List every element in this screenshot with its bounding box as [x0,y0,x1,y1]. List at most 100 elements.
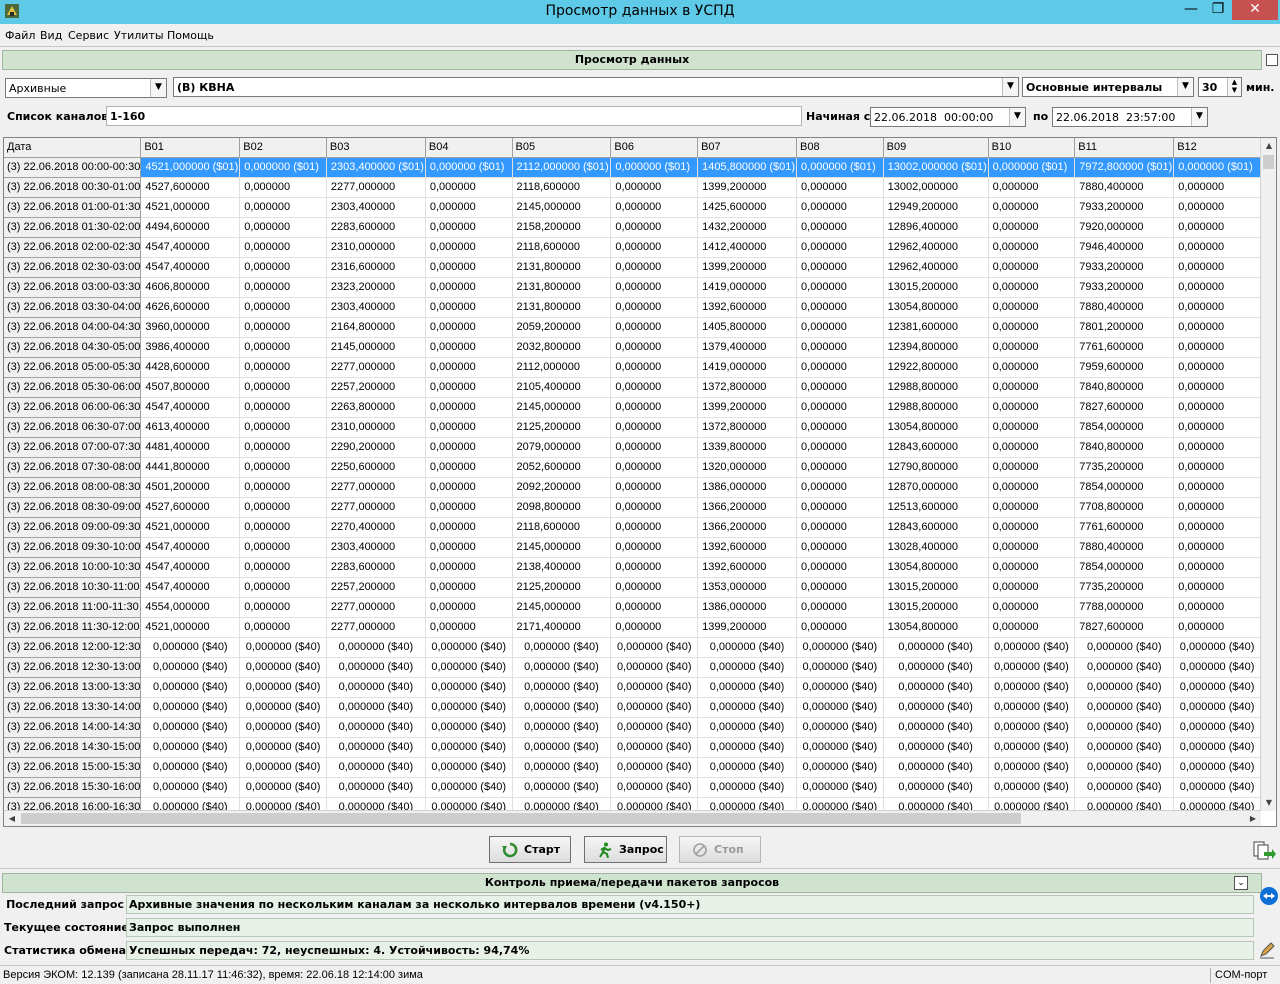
table-cell[interactable]: 12922,800000 [883,357,989,378]
table-cell[interactable]: 0,000000 [1173,377,1261,398]
table-cell[interactable]: 1399,200000 [697,397,798,418]
table-cell[interactable]: 2125,200000 [512,577,612,598]
table-cell[interactable]: 0,000000 [1173,617,1261,638]
table-cell[interactable]: 1386,000000 [697,477,798,498]
table-cell[interactable]: 0,000000 [610,437,699,458]
table-row[interactable]: (3) 22.06.2018 12:30-13:00 0,000000 ($40)… [4,657,1261,678]
table-row[interactable]: (3) 22.06.2018 00:00-00:30 4521,000000 ($… [4,157,1261,178]
table-cell[interactable]: 2290,200000 [326,437,426,458]
table-cell[interactable]: 0,000000 ($40) [239,677,327,698]
table-cell[interactable]: 0,000000 [796,397,884,418]
table-cell[interactable]: 0,000000 ($40) [883,777,989,798]
table-cell[interactable]: 1392,600000 [697,537,798,558]
table-cell[interactable]: 2131,800000 [512,257,612,278]
table-cell[interactable]: 0,000000 [425,577,513,598]
table-cell[interactable]: 0,000000 ($40) [988,717,1076,738]
table-cell[interactable]: 0,000000 [988,397,1076,418]
table-cell[interactable]: 1419,000000 [697,357,798,378]
table-row[interactable]: (3) 22.06.2018 07:30-08:00 4441,800000 0,0… [4,457,1261,478]
table-cell[interactable]: 0,000000 ($40) [140,717,241,738]
table-cell[interactable]: 0,000000 [239,197,327,218]
table-cell[interactable]: 0,000000 [610,377,699,398]
table-cell[interactable]: 0,000000 [988,497,1076,518]
table-row[interactable]: (3) 22.06.2018 02:30-03:00 4547,400000 0,0… [4,257,1261,278]
table-cell[interactable]: 4547,400000 [140,257,241,278]
table-cell[interactable]: 2125,200000 [512,417,612,438]
table-cell[interactable]: 1405,800000 ($01) [697,157,798,178]
export-icon[interactable] [1252,839,1276,863]
table-cell[interactable]: 0,000000 ($40) [883,637,989,658]
table-cell[interactable]: 2263,800000 [326,397,426,418]
table-cell[interactable]: 0,000000 [796,477,884,498]
table-cell[interactable]: 0,000000 [610,517,699,538]
minimize-button[interactable]: — [1178,0,1204,20]
table-cell[interactable]: 3960,000000 [140,317,241,338]
row-date-cell[interactable]: (3) 22.06.2018 11:00-11:30 [4,597,142,618]
table-cell[interactable]: 0,000000 [796,577,884,598]
table-cell[interactable]: 0,000000 [425,217,513,238]
table-cell[interactable]: 13054,800000 [883,557,989,578]
table-cell[interactable]: 2032,800000 [512,337,612,358]
table-cell[interactable]: 0,000000 [610,477,699,498]
table-cell[interactable]: 0,000000 ($40) [697,637,798,658]
table-cell[interactable]: 0,000000 [425,277,513,298]
table-cell[interactable]: 0,000000 [1173,417,1261,438]
table-cell[interactable]: 7933,200000 [1074,257,1175,278]
table-cell[interactable]: 0,000000 ($40) [239,777,327,798]
table-cell[interactable]: 2059,200000 [512,317,612,338]
table-cell[interactable]: 0,000000 ($40) [610,697,699,718]
table-cell[interactable]: 4521,000000 ($01) [140,157,241,178]
row-date-cell[interactable]: (3) 22.06.2018 00:30-01:00 [4,177,142,198]
table-cell[interactable]: 0,000000 ($40) [1074,737,1175,758]
table-cell[interactable]: 2277,000000 [326,357,426,378]
table-cell[interactable]: 0,000000 [425,497,513,518]
table-cell[interactable]: 7840,800000 [1074,437,1175,458]
column-header-в07[interactable]: В07 [697,138,798,158]
table-cell[interactable]: 12513,600000 [883,497,989,518]
table-cell[interactable]: 7788,000000 [1074,597,1175,618]
table-cell[interactable]: 0,000000 ($40) [697,657,798,678]
table-cell[interactable]: 0,000000 [239,457,327,478]
table-cell[interactable]: 0,000000 ($01) [425,157,513,178]
table-cell[interactable]: 0,000000 ($40) [988,697,1076,718]
table-cell[interactable]: 0,000000 [988,517,1076,538]
table-cell[interactable]: 0,000000 ($01) [610,157,699,178]
row-date-cell[interactable]: (3) 22.06.2018 05:00-05:30 [4,357,142,378]
table-cell[interactable]: 0,000000 ($40) [610,677,699,698]
table-cell[interactable]: 0,000000 [239,217,327,238]
panel-collapse-icon[interactable] [1266,54,1278,66]
stop-button[interactable]: Стоп [679,836,761,863]
close-button[interactable]: ✕ [1232,0,1278,20]
table-cell[interactable]: 0,000000 ($40) [988,657,1076,678]
table-cell[interactable]: 0,000000 ($40) [512,757,612,778]
table-cell[interactable]: 0,000000 [1173,337,1261,358]
table-cell[interactable]: 0,000000 ($40) [697,777,798,798]
menu-help[interactable]: Помощь [167,29,214,42]
table-cell[interactable]: 2079,000000 [512,437,612,458]
table-cell[interactable]: 0,000000 ($40) [1173,677,1261,698]
table-cell[interactable]: 0,000000 [988,197,1076,218]
row-date-cell[interactable]: (3) 22.06.2018 15:30-16:00 [4,777,142,798]
table-cell[interactable]: 0,000000 [1173,257,1261,278]
table-cell[interactable]: 12381,600000 [883,317,989,338]
table-cell[interactable]: 0,000000 [239,417,327,438]
table-cell[interactable]: 0,000000 ($40) [1173,717,1261,738]
table-cell[interactable]: 0,000000 [988,237,1076,258]
table-cell[interactable]: 4613,400000 [140,417,241,438]
table-cell[interactable]: 0,000000 [988,177,1076,198]
table-cell[interactable]: 2118,600000 [512,177,612,198]
column-header-в09[interactable]: В09 [883,138,989,158]
table-cell[interactable]: 7761,600000 [1074,517,1175,538]
table-cell[interactable]: 0,000000 ($40) [140,637,241,658]
table-cell[interactable]: 0,000000 ($40) [1074,697,1175,718]
table-cell[interactable]: 0,000000 ($40) [512,797,612,811]
table-cell[interactable]: 0,000000 ($01) [1173,157,1261,178]
row-date-cell[interactable]: (3) 22.06.2018 15:00-15:30 [4,757,142,778]
table-cell[interactable]: 0,000000 [1173,517,1261,538]
table-cell[interactable]: 0,000000 ($40) [796,717,884,738]
table-cell[interactable]: 13015,200000 [883,577,989,598]
table-cell[interactable]: 2257,200000 [326,377,426,398]
table-cell[interactable]: 7880,400000 [1074,297,1175,318]
table-cell[interactable]: 0,000000 [239,237,327,258]
table-cell[interactable]: 0,000000 [239,257,327,278]
